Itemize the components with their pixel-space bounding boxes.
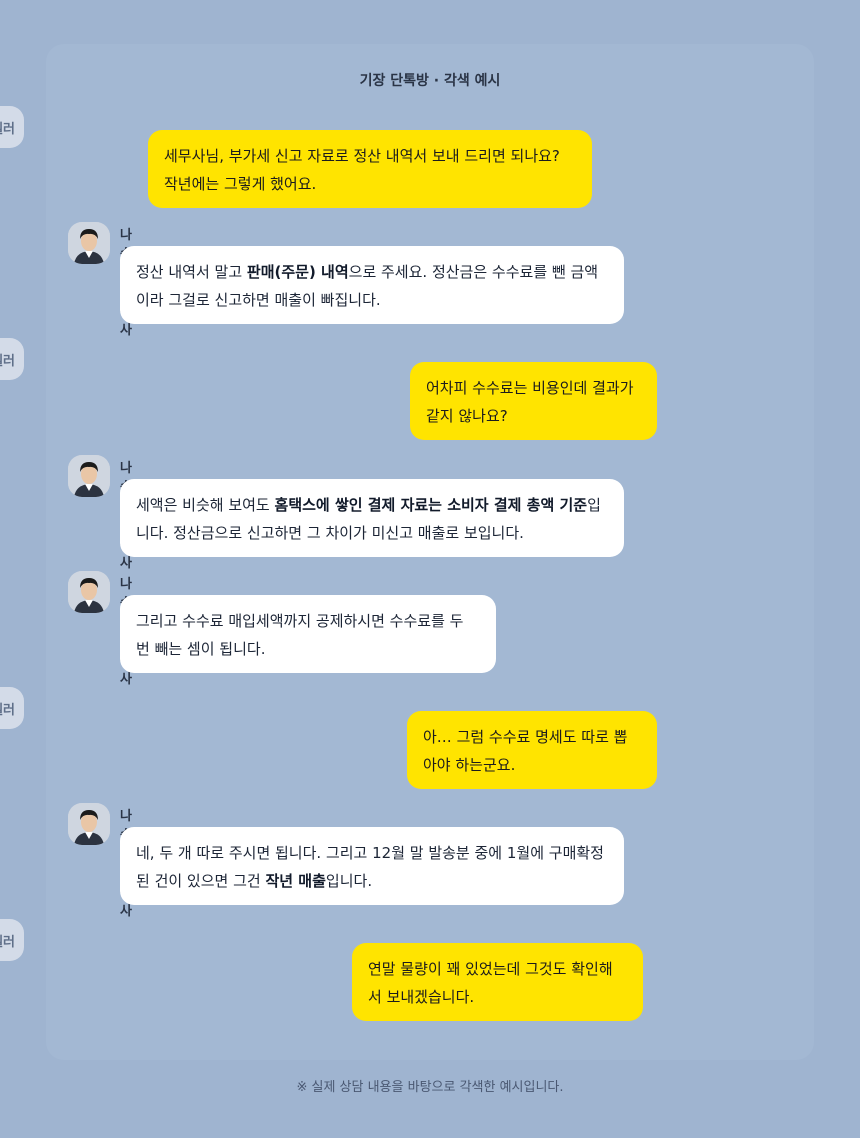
person-icon <box>68 455 110 497</box>
footnote: ※ 실제 상담 내용을 바탕으로 각색한 예시입니다. <box>296 1080 564 1095</box>
chat-bubble: 연말 물량이 꽤 있었는데 그것도 확인해 서 보내겠습니다. <box>352 943 643 1021</box>
bubble-line: 이라 그걸로 신고하면 매출이 빠집니다. <box>136 291 381 309</box>
advisor-avatar[interactable] <box>68 222 110 264</box>
person-icon <box>68 803 110 845</box>
chat-bubble: 그리고 수수료 매입세액까지 공제하시면 수수료를 두 번 빼는 셈이 됩니다. <box>120 595 496 673</box>
seller-avatar[interactable]: 셀러 <box>0 919 24 961</box>
chat-bubble: 네, 두 개 따로 주시면 됩니다. 그리고 12월 말 발송분 중에 1월에 … <box>120 827 624 905</box>
chat-bubble: 어차피 수수료는 비용인데 결과가 같지 않나요? <box>410 362 657 440</box>
advisor-avatar[interactable] <box>68 571 110 613</box>
chat-bubble: 세무사님, 부가세 신고 자료로 정산 내역서 보내 드리면 되나요? 작년에는… <box>148 130 592 208</box>
bubble-line: 작년에는 그렇게 했어요. <box>164 175 317 193</box>
chat-title: 기장 단톡방 · 각색 예시 <box>359 73 501 89</box>
person-icon <box>68 222 110 264</box>
bubble-line: 세액은 비슷해 보여도 홈택스에 쌓인 결제 자료는 소비자 결제 총액 기준입 <box>136 491 608 519</box>
text-segment: 으로 주세요. 정산금은 수수료를 뺀 금액 <box>348 263 599 281</box>
bubble-line: 같지 않나요? <box>426 407 508 425</box>
bubble-line: 연말 물량이 꽤 있었는데 그것도 확인해 <box>368 960 613 978</box>
chat-bubble: 정산 내역서 말고 판매(주문) 내역으로 주세요. 정산금은 수수료를 뺀 금… <box>120 246 624 324</box>
bubble-line: 번 빼는 셈이 됩니다. <box>136 640 266 658</box>
text-segment: 된 건이 있으면 그건 <box>136 872 266 890</box>
text-segment: 정산 내역서 말고 <box>136 263 247 281</box>
advisor-avatar[interactable] <box>68 455 110 497</box>
advisor-avatar[interactable] <box>68 803 110 845</box>
bubble-line: 정산 내역서 말고 판매(주문) 내역으로 주세요. 정산금은 수수료를 뺀 금… <box>136 258 608 286</box>
bubble-line: 니다. 정산금으로 신고하면 그 차이가 미신고 매출로 보입니다. <box>136 524 524 542</box>
text-segment: 입니다. <box>325 872 373 890</box>
bubble-line: 된 건이 있으면 그건 작년 매출입니다. <box>136 867 608 895</box>
bubble-line: 세무사님, 부가세 신고 자료로 정산 내역서 보내 드리면 되나요? <box>164 147 560 165</box>
seller-avatar[interactable]: 셀러 <box>0 687 24 729</box>
person-icon <box>68 571 110 613</box>
seller-avatar[interactable]: 셀러 <box>0 338 24 380</box>
bubble-line: 어차피 수수료는 비용인데 결과가 <box>426 379 634 397</box>
text-segment: 세액은 비슷해 보여도 <box>136 496 275 514</box>
seller-avatar[interactable]: 셀러 <box>0 106 24 148</box>
chat-bubble: 아… 그럼 수수료 명세도 따로 뽑 아야 하는군요. <box>407 711 657 789</box>
chat-panel: 기장 단톡방 · 각색 예시 셀러 셀러 세무사님, 부가세 신고 자료로 정산… <box>0 44 814 1060</box>
bubble-line: 네, 두 개 따로 주시면 됩니다. 그리고 12월 말 발송분 중에 1월에 … <box>136 844 604 862</box>
bold-segment: 판매(주문) 내역 <box>246 263 349 281</box>
bubble-line: 서 보내겠습니다. <box>368 988 475 1006</box>
bold-segment: 홈택스에 쌓인 결제 자료는 소비자 결제 총액 기준 <box>274 496 588 514</box>
bold-segment: 작년 매출 <box>265 872 326 890</box>
text-segment: 입 <box>587 496 601 514</box>
bubble-line: 아야 하는군요. <box>423 756 516 774</box>
bubble-line: 아… 그럼 수수료 명세도 따로 뽑 <box>423 728 628 746</box>
chat-bubble: 세액은 비슷해 보여도 홈택스에 쌓인 결제 자료는 소비자 결제 총액 기준입… <box>120 479 624 557</box>
bubble-line: 그리고 수수료 매입세액까지 공제하시면 수수료를 두 <box>136 612 464 630</box>
